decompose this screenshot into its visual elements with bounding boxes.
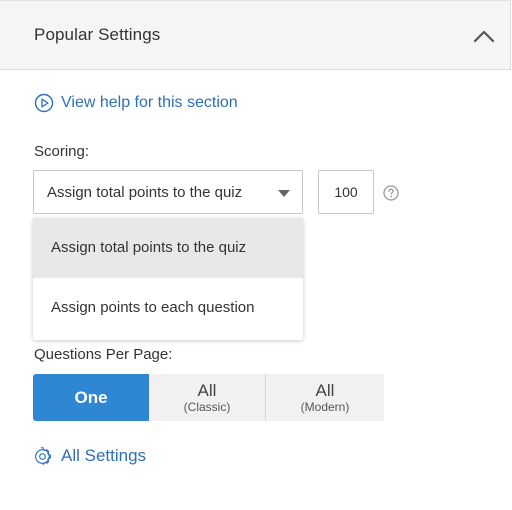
section-header[interactable]: Popular Settings	[0, 0, 511, 70]
scoring-dropdown-menu: Assign total points to the quiz Assign p…	[33, 218, 303, 340]
questions-per-page-label: Questions Per Page:	[34, 346, 173, 363]
qpp-one-button[interactable]: One	[33, 374, 149, 421]
caret-down-icon	[278, 190, 290, 197]
scoring-label: Scoring:	[34, 143, 90, 160]
dropdown-option-each-question[interactable]: Assign points to each question	[33, 278, 303, 338]
all-settings-link[interactable]: All Settings	[33, 446, 146, 466]
play-circle-icon	[34, 93, 54, 113]
gear-icon	[35, 446, 52, 465]
qpp-all-modern-sublabel: (Modern)	[300, 399, 350, 414]
qpp-all-classic-label: All	[197, 380, 217, 400]
help-link-label: View help for this section	[61, 94, 238, 111]
qpp-all-modern-button[interactable]: All (Modern)	[266, 374, 384, 421]
popular-settings-panel: Popular Settings View help for this sect…	[0, 0, 512, 510]
qpp-all-modern-label: All	[315, 380, 335, 400]
qpp-all-classic-sublabel: (Classic)	[183, 399, 231, 414]
qpp-one-label: One	[74, 387, 108, 407]
total-points-input[interactable]	[318, 170, 374, 214]
all-settings-label: All Settings	[61, 446, 147, 465]
questions-per-page-toggle: One All (Classic) All (Modern)	[33, 374, 384, 421]
view-help-link[interactable]: View help for this section	[34, 93, 238, 113]
qpp-all-classic-button[interactable]: All (Classic)	[149, 374, 266, 421]
chevron-up-icon[interactable]	[470, 23, 498, 51]
question-circle-icon[interactable]	[383, 185, 399, 201]
scoring-select-value: Assign total points to the quiz	[47, 184, 243, 201]
scoring-select[interactable]: Assign total points to the quiz	[33, 170, 303, 214]
dropdown-option-total-points[interactable]: Assign total points to the quiz	[33, 218, 303, 278]
section-title: Popular Settings	[34, 25, 161, 44]
